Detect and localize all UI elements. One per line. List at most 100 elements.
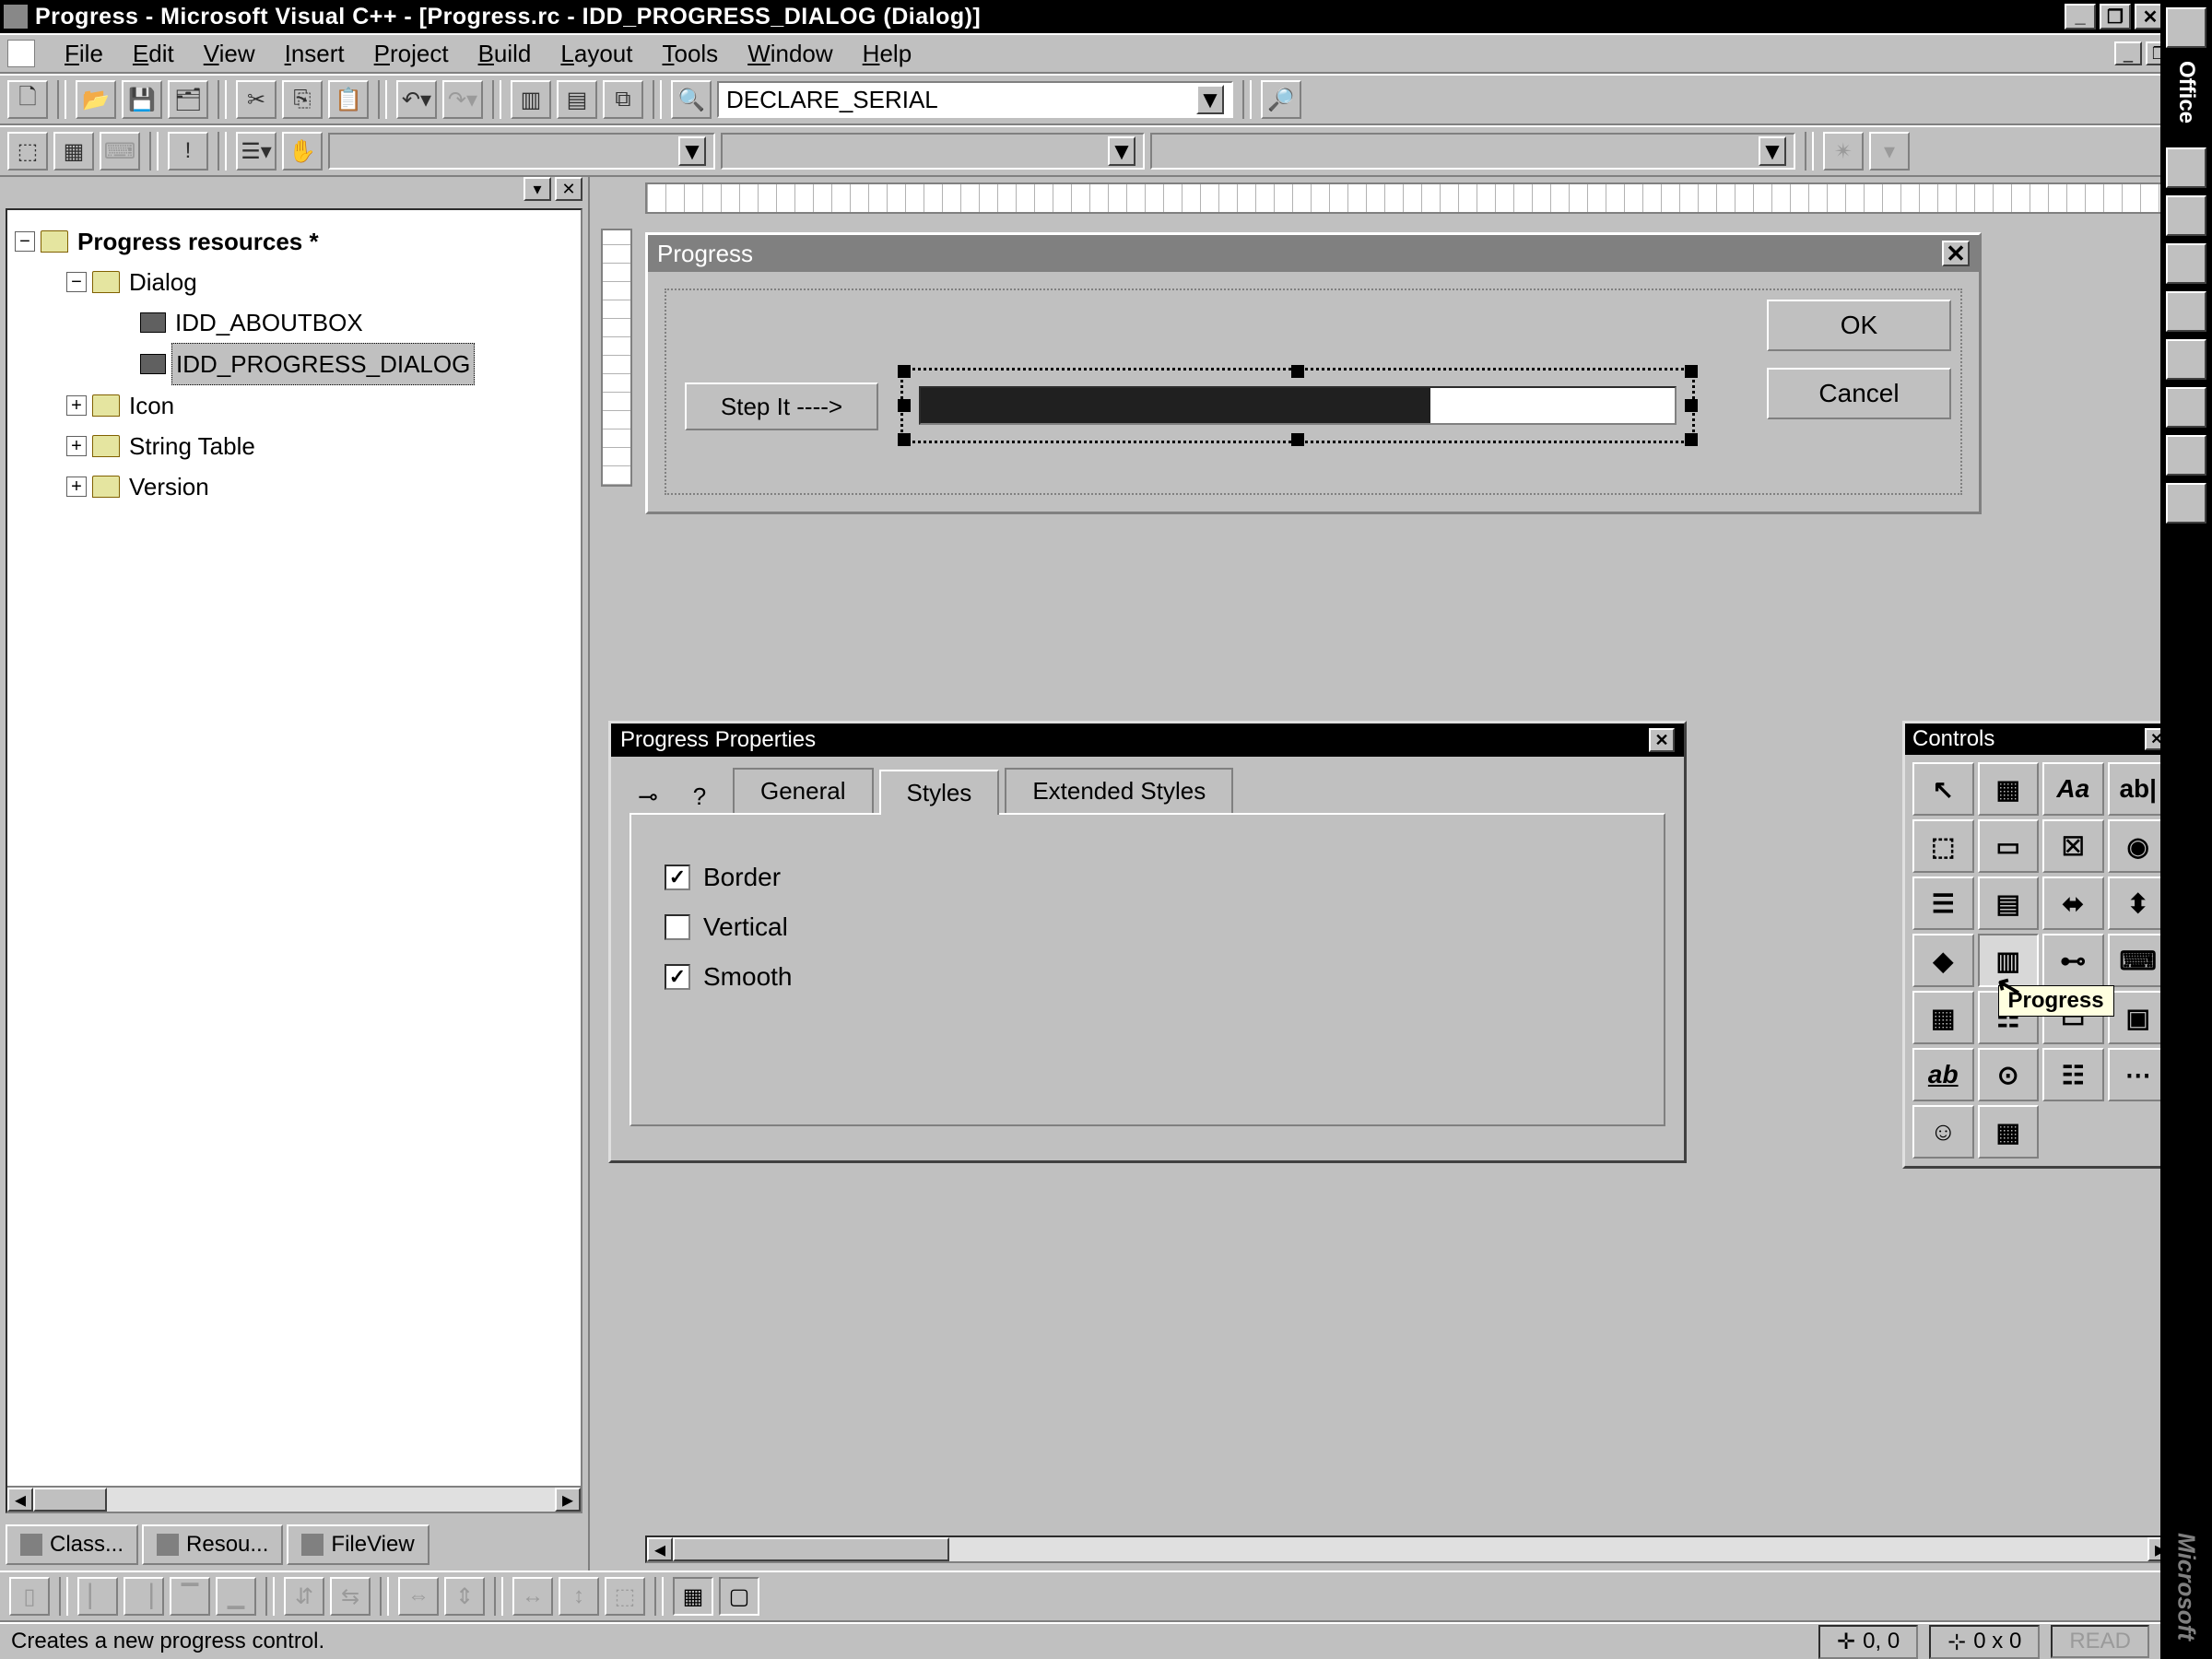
class-wizard-button[interactable]: ⬚ <box>7 132 48 171</box>
scroll-left-button[interactable]: ◂ <box>7 1488 33 1512</box>
designed-dialog-body[interactable]: Step It ----> OK Cancel <box>648 272 1979 512</box>
tool-x-button[interactable]: ✴ <box>1823 132 1864 171</box>
properties-titlebar[interactable]: Progress Properties ✕ <box>611 724 1684 757</box>
filter-combo[interactable]: ▼ <box>721 133 1145 170</box>
office-button-9[interactable] <box>2166 483 2206 524</box>
pushpin-icon[interactable]: ⊸ <box>629 780 666 813</box>
tool-date-time[interactable]: ⊙ <box>1978 1048 2040 1101</box>
designed-dialog[interactable]: Progress ✕ Step It ----> <box>645 232 1982 514</box>
menu-window[interactable]: Window <box>733 36 847 72</box>
properties-window[interactable]: Progress Properties ✕ ⊸ ? General Styles… <box>608 721 1687 1163</box>
tree-dialog[interactable]: − Dialog <box>15 262 573 302</box>
keyboard-button[interactable]: ⌨ <box>100 132 140 171</box>
undo-button[interactable]: ↶▾ <box>396 80 437 119</box>
check-smooth[interactable] <box>665 964 690 990</box>
office-button-2[interactable] <box>2166 147 2206 188</box>
menu-insert[interactable]: Insert <box>270 36 359 72</box>
maximize-button[interactable]: ❐ <box>2100 4 2131 29</box>
tool-check-box[interactable]: ☒ <box>2042 819 2104 873</box>
tool-month-calendar[interactable]: ☷ <box>2042 1048 2104 1101</box>
tool-custom[interactable]: ☺ <box>1912 1105 1974 1159</box>
resize-handle-nw[interactable] <box>898 365 911 378</box>
align-right-button[interactable]: ▕ <box>124 1577 164 1616</box>
scroll-right-button[interactable]: ▸ <box>555 1488 581 1512</box>
tool-pointer[interactable]: ↖ <box>1912 762 1974 816</box>
workspace-close-button[interactable]: ✕ <box>555 177 582 201</box>
controls-toolbox[interactable]: Controls ✕ ↖ ▦ Aa ab| ⬚ ▭ ☒ ◉ ☰ ▤ ⬌ ⬍ ◆ … <box>1902 721 2179 1169</box>
progress-control[interactable] <box>906 373 1689 438</box>
collapse-icon[interactable]: − <box>66 272 87 292</box>
office-button-5[interactable] <box>2166 291 2206 332</box>
space-across-button[interactable]: ⇔ <box>398 1577 439 1616</box>
dropdown-arrow-icon[interactable]: ▼ <box>1108 136 1135 166</box>
scroll-thumb[interactable] <box>673 1537 949 1561</box>
menu-view[interactable]: View <box>189 36 270 72</box>
help-icon[interactable]: ? <box>681 780 718 813</box>
collapse-icon[interactable]: − <box>15 231 35 252</box>
tool-list-box[interactable]: ▤ <box>1978 877 2040 930</box>
save-button[interactable]: 💾 <box>122 80 162 119</box>
exclaim-button[interactable]: ! <box>168 132 208 171</box>
resize-handle-e[interactable] <box>1685 399 1698 412</box>
align-left-button[interactable]: ▏ <box>77 1577 118 1616</box>
tab-general[interactable]: General <box>733 768 874 813</box>
dropdown-arrow-icon[interactable]: ▼ <box>1759 136 1786 166</box>
mdi-minimize-button[interactable]: _ <box>2114 41 2142 65</box>
tab-resourceview[interactable]: Resou... <box>142 1524 283 1565</box>
designed-dialog-titlebar[interactable]: Progress ✕ <box>648 235 1979 272</box>
expand-icon[interactable]: + <box>66 395 87 416</box>
resize-handle-w[interactable] <box>898 399 911 412</box>
same-size-button[interactable]: ⬚ <box>605 1577 645 1616</box>
space-down-button[interactable]: ⇕ <box>444 1577 485 1616</box>
tree-icon[interactable]: + Icon <box>15 385 573 426</box>
menu-project[interactable]: Project <box>359 36 464 72</box>
editor-h-scrollbar[interactable]: ◂ ▸ <box>645 1535 2175 1563</box>
tool-picture[interactable]: ▦ <box>1978 762 2040 816</box>
tree-root[interactable]: − Progress resources * <box>15 221 573 262</box>
tool-hscrollbar[interactable]: ⬌ <box>2042 877 2104 930</box>
tool-progress[interactable]: ▥ ↖ Progress <box>1978 934 2040 987</box>
workspace-button[interactable]: ▥ <box>511 80 551 119</box>
office-button-8[interactable] <box>2166 435 2206 476</box>
scroll-left-button[interactable]: ◂ <box>647 1537 673 1561</box>
center-vertical-button[interactable]: ⇵ <box>284 1577 324 1616</box>
same-height-button[interactable]: ↕ <box>559 1577 599 1616</box>
resize-handle-se[interactable] <box>1685 433 1698 446</box>
resize-handle-n[interactable] <box>1291 365 1304 378</box>
office-button-3[interactable] <box>2166 195 2206 236</box>
cut-button[interactable]: ✂ <box>236 80 276 119</box>
window-list-button[interactable]: ⧉ <box>603 80 643 119</box>
center-horizontal-button[interactable]: ⇆ <box>330 1577 371 1616</box>
align-top-button[interactable]: ▔ <box>170 1577 210 1616</box>
workspace-dropdown-button[interactable]: ▾ <box>524 177 551 201</box>
tree-version[interactable]: + Version <box>15 466 573 507</box>
new-button[interactable]: 🗋 <box>7 80 48 119</box>
tab-classview[interactable]: Class... <box>6 1524 138 1565</box>
scroll-track[interactable] <box>949 1537 2147 1561</box>
dropdown-arrow-icon[interactable]: ▼ <box>678 136 706 166</box>
list-button[interactable]: ☰▾ <box>236 132 276 171</box>
find-button[interactable]: 🔎 <box>1261 80 1301 119</box>
member-combo[interactable]: ▼ <box>1150 133 1795 170</box>
office-button-1[interactable] <box>2166 7 2206 48</box>
align-bottom-button[interactable]: ▁ <box>216 1577 256 1616</box>
tree-aboutbox[interactable]: IDD_ABOUTBOX <box>15 302 573 343</box>
tool-combo-box[interactable]: ☰ <box>1912 877 1974 930</box>
tool-button[interactable]: ▭ <box>1978 819 2040 873</box>
tool-group-box[interactable]: ⬚ <box>1912 819 1974 873</box>
resize-handle-ne[interactable] <box>1685 365 1698 378</box>
dropdown-arrow-icon[interactable]: ▼ <box>1196 85 1224 114</box>
scroll-thumb[interactable] <box>33 1488 107 1512</box>
paste-button[interactable]: 📋 <box>328 80 369 119</box>
ok-button[interactable]: OK <box>1767 300 1951 351</box>
tab-extended-styles[interactable]: Extended Styles <box>1005 768 1233 813</box>
expand-icon[interactable]: + <box>66 436 87 456</box>
designed-dialog-close-button[interactable]: ✕ <box>1942 241 1970 266</box>
dialog-editor[interactable]: Progress ✕ Step It ----> <box>590 177 2212 1571</box>
toggle-guides-button[interactable]: ▢ <box>719 1577 759 1616</box>
find-combo[interactable]: DECLARE_SERIAL ▼ <box>717 81 1233 118</box>
resize-handle-sw[interactable] <box>898 433 911 446</box>
output-button[interactable]: ▤ <box>557 80 597 119</box>
office-button-4[interactable] <box>2166 243 2206 284</box>
test-dialog-button[interactable]: ▯ <box>9 1577 50 1616</box>
